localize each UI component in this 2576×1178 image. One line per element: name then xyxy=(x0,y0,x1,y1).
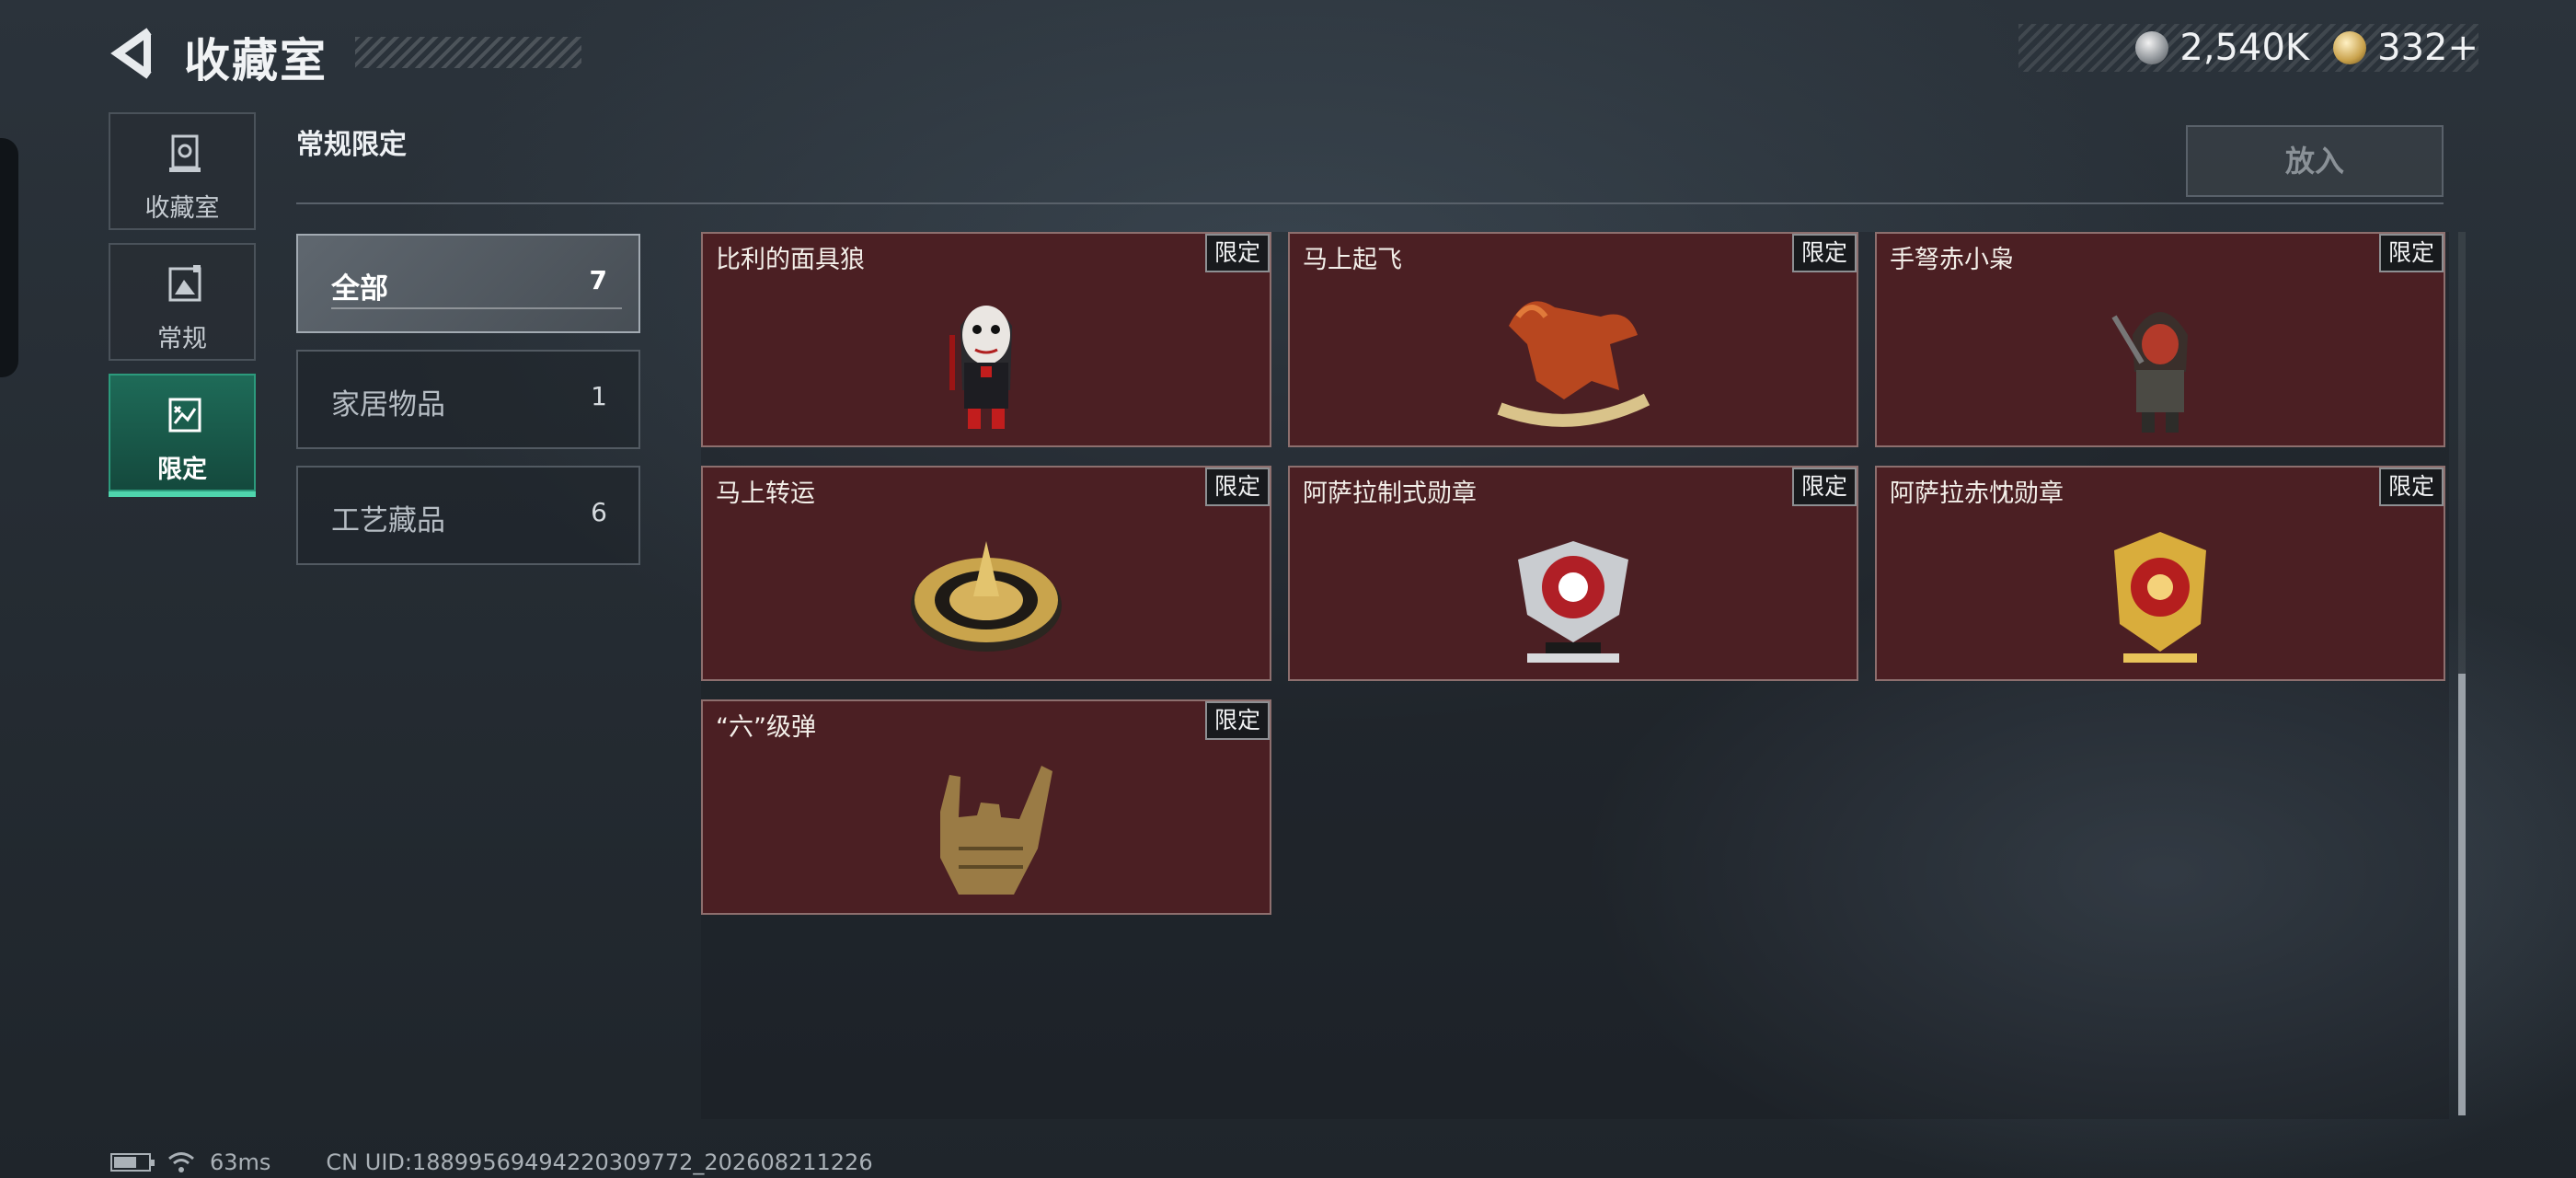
limited-badge: 限定 xyxy=(2379,234,2444,272)
item-card[interactable]: 比利的面具狼 限定 xyxy=(701,232,1271,447)
item-name: 马上起飞 xyxy=(1303,246,1402,274)
currency-silver[interactable]: 2,540K xyxy=(2135,27,2309,69)
limited-badge: 限定 xyxy=(1792,234,1857,272)
scrollbar[interactable] xyxy=(2458,232,2466,1115)
section-title: 常规限定 xyxy=(296,129,407,161)
filter-label: 家居物品 xyxy=(331,388,445,422)
limited-badge: 限定 xyxy=(2379,468,2444,506)
filter-crafts[interactable]: 工艺藏品 6 xyxy=(296,466,640,565)
picture-frame-icon xyxy=(168,265,201,302)
item-name: 比利的面具狼 xyxy=(716,246,865,274)
section-divider xyxy=(296,202,2444,204)
filter-underline xyxy=(331,307,622,309)
item-card[interactable]: 手弩赤小枭 限定 xyxy=(1875,232,2445,447)
filter-label: 全部 xyxy=(331,272,388,306)
item-name: 阿萨拉制式勋章 xyxy=(1303,479,1477,508)
item-card[interactable]: “六”级弹 限定 xyxy=(701,699,1271,915)
nav-label-limited: 限定 xyxy=(157,456,207,484)
currency-gold[interactable]: 332+ xyxy=(2333,27,2478,69)
status-bar: 63ms CN UID:18899569494220309772_2026082… xyxy=(110,1149,873,1176)
item-card[interactable]: 马上起飞 限定 xyxy=(1288,232,1858,447)
item-card[interactable]: 马上转运 限定 xyxy=(701,466,1271,681)
filter-home-items[interactable]: 家居物品 1 xyxy=(296,350,640,449)
nav-label-collection-room: 收藏室 xyxy=(144,194,220,223)
nav-item-collection-room[interactable]: 收藏室 xyxy=(109,112,256,230)
limited-badge: 限定 xyxy=(1792,468,1857,506)
puppet-figure-icon xyxy=(949,306,1012,429)
hand-sign-icon xyxy=(940,766,1052,895)
scrollbar-thumb[interactable] xyxy=(2458,674,2466,1115)
trophy-case-icon xyxy=(169,134,201,172)
title-decoration xyxy=(355,37,581,68)
edge-handle xyxy=(0,138,18,377)
item-name: 马上转运 xyxy=(716,479,815,508)
filter-count: 6 xyxy=(591,497,607,527)
limited-badge: 限定 xyxy=(1205,234,1270,272)
limited-image-icon xyxy=(168,398,201,433)
nav-label-regular: 常规 xyxy=(157,325,207,353)
item-card[interactable]: 阿萨拉赤忱勋章 限定 xyxy=(1875,466,2445,681)
limited-badge: 限定 xyxy=(1205,468,1270,506)
battery-icon xyxy=(110,1153,155,1172)
place-button[interactable]: 放入 xyxy=(2186,125,2444,197)
silver-medal-icon xyxy=(1518,541,1628,663)
currency-bar: 2,540K 332+ xyxy=(2018,24,2478,72)
uid-text: CN UID:18899569494220309772_202608211226 xyxy=(326,1149,873,1175)
nav-item-limited[interactable]: 限定 xyxy=(109,374,256,497)
hooded-figure-icon xyxy=(2111,312,2188,433)
item-grid: 比利的面具狼 限定 马上起飞 限定 手弩赤小枭 限定 马上转运 限定 阿萨拉制式… xyxy=(701,232,2449,1119)
filter-count: 1 xyxy=(591,381,607,411)
item-name: 手弩赤小枭 xyxy=(1890,246,2014,274)
gold-medal-icon xyxy=(2114,532,2206,663)
page-title: 收藏室 xyxy=(184,34,328,87)
silver-coin-icon xyxy=(2135,31,2169,64)
currency-silver-value: 2,540K xyxy=(2179,27,2310,69)
currency-gold-value: 332+ xyxy=(2377,27,2478,69)
filter-all[interactable]: 全部 7 xyxy=(296,234,640,333)
gold-coin-icon xyxy=(2333,31,2367,64)
item-card[interactable]: 阿萨拉制式勋章 限定 xyxy=(1288,466,1858,681)
limited-badge: 限定 xyxy=(1205,701,1270,740)
nav-item-regular[interactable]: 常规 xyxy=(109,243,256,361)
filter-list: 全部 7 家居物品 1 工艺藏品 6 xyxy=(296,234,640,582)
side-nav: 收藏室 常规 限定 xyxy=(109,112,261,504)
back-button[interactable] xyxy=(109,26,160,81)
top-bar: 收藏室 2,540K 332+ xyxy=(0,0,2576,110)
rocking-horse-icon xyxy=(1497,301,1650,427)
ping-text: 63ms xyxy=(210,1149,271,1175)
golden-wheel-icon xyxy=(911,541,1062,652)
wifi-icon xyxy=(168,1152,194,1172)
item-name: “六”级弹 xyxy=(716,713,816,742)
item-name: 阿萨拉赤忱勋章 xyxy=(1890,479,2064,508)
filter-label: 工艺藏品 xyxy=(331,504,445,537)
back-arrow-icon xyxy=(110,28,152,79)
filter-count: 7 xyxy=(589,265,607,295)
